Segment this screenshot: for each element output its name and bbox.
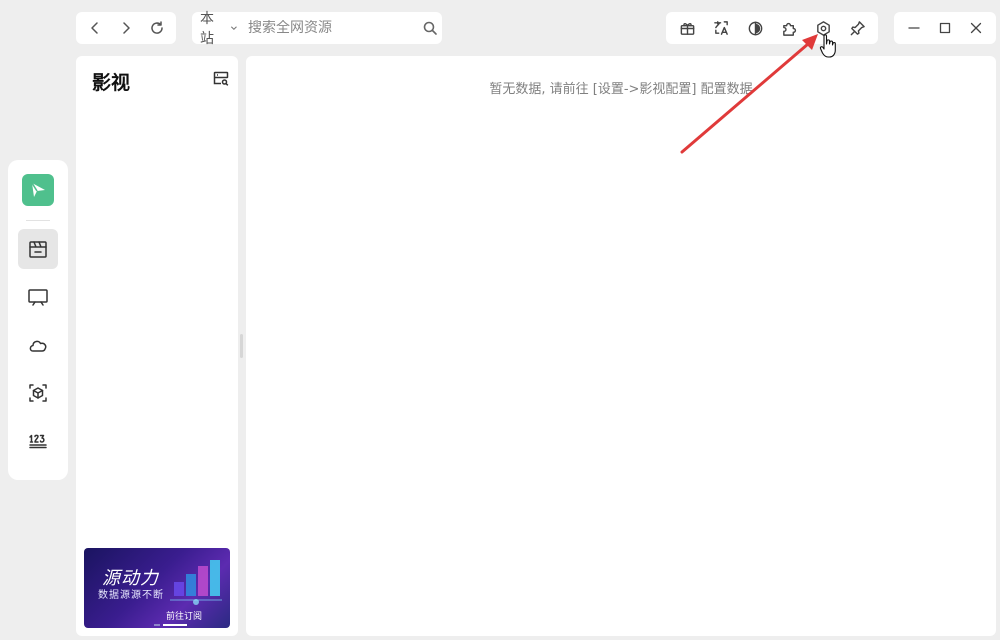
sidebar: 影视 源动力 数据源源不断 前往订阅 [76,56,238,636]
theme-button[interactable] [741,14,769,42]
gift-icon [680,22,694,35]
settings-button[interactable] [809,14,837,42]
maximize-button[interactable] [931,14,959,42]
rail-divider [26,220,50,221]
search-scope-label: 本站 [200,11,214,47]
cube-icon [29,384,47,402]
minimize-button[interactable] [900,14,928,42]
search-scope-select[interactable]: 本站 [200,8,238,48]
window-controls [894,12,996,44]
search-input[interactable] [248,20,422,36]
sidebar-resize-handle[interactable] [240,334,243,358]
rail-item-film[interactable] [18,229,58,269]
toolbar [666,12,878,44]
banner-subtitle: 数据源源不断 [98,590,164,601]
search-bar: 本站 [192,11,442,47]
server-search-icon [213,71,229,86]
sidebar-title: 影视 [92,72,131,94]
rail-item-tv[interactable] [18,277,58,317]
refresh-icon [150,21,163,34]
search-icon [423,21,437,35]
refresh-button[interactable] [143,14,171,42]
chevron-down-icon [231,26,238,31]
search-button[interactable] [422,14,438,42]
empty-state-message: 暂无数据, 请前往 [设置->影视配置] 配置数据 [489,82,753,97]
app-rail [8,160,68,480]
translate-button[interactable] [707,14,735,42]
banner-cta: 前往订阅 [166,612,203,622]
film-icon [29,241,47,258]
logo-icon [31,182,45,197]
carousel-dot-active [163,624,187,626]
chevron-left-icon [91,22,99,34]
gift-button[interactable] [673,14,701,42]
minimize-icon [908,27,920,29]
chevron-right-icon [123,22,130,34]
source-search-button[interactable] [212,70,230,88]
carousel-dot [154,624,160,626]
banner-carousel-dots [154,624,187,626]
pin-button[interactable] [843,14,871,42]
theme-icon [748,21,762,35]
forward-button[interactable] [112,14,140,42]
rail-item-cloud[interactable] [18,325,58,365]
app-logo [22,174,54,206]
number-icon [29,434,47,449]
close-button[interactable] [962,14,990,42]
back-button[interactable] [81,14,109,42]
close-icon [971,22,982,34]
cloud-icon [29,340,47,352]
plugins-button[interactable] [775,14,803,42]
rail-item-cube[interactable] [18,373,58,413]
nav-controls [76,12,176,44]
puzzle-icon [782,22,796,36]
subscription-banner[interactable]: 源动力 数据源源不断 前往订阅 [84,548,230,628]
settings-icon [816,20,830,36]
rail-item-numbers[interactable] [18,421,58,461]
main-content: 暂无数据, 请前往 [设置->影视配置] 配置数据 [246,56,996,636]
data-blocks-icon [170,560,222,605]
tv-icon [28,289,48,306]
pin-icon [850,20,865,35]
translate-icon [713,20,728,35]
maximize-icon [939,22,951,34]
